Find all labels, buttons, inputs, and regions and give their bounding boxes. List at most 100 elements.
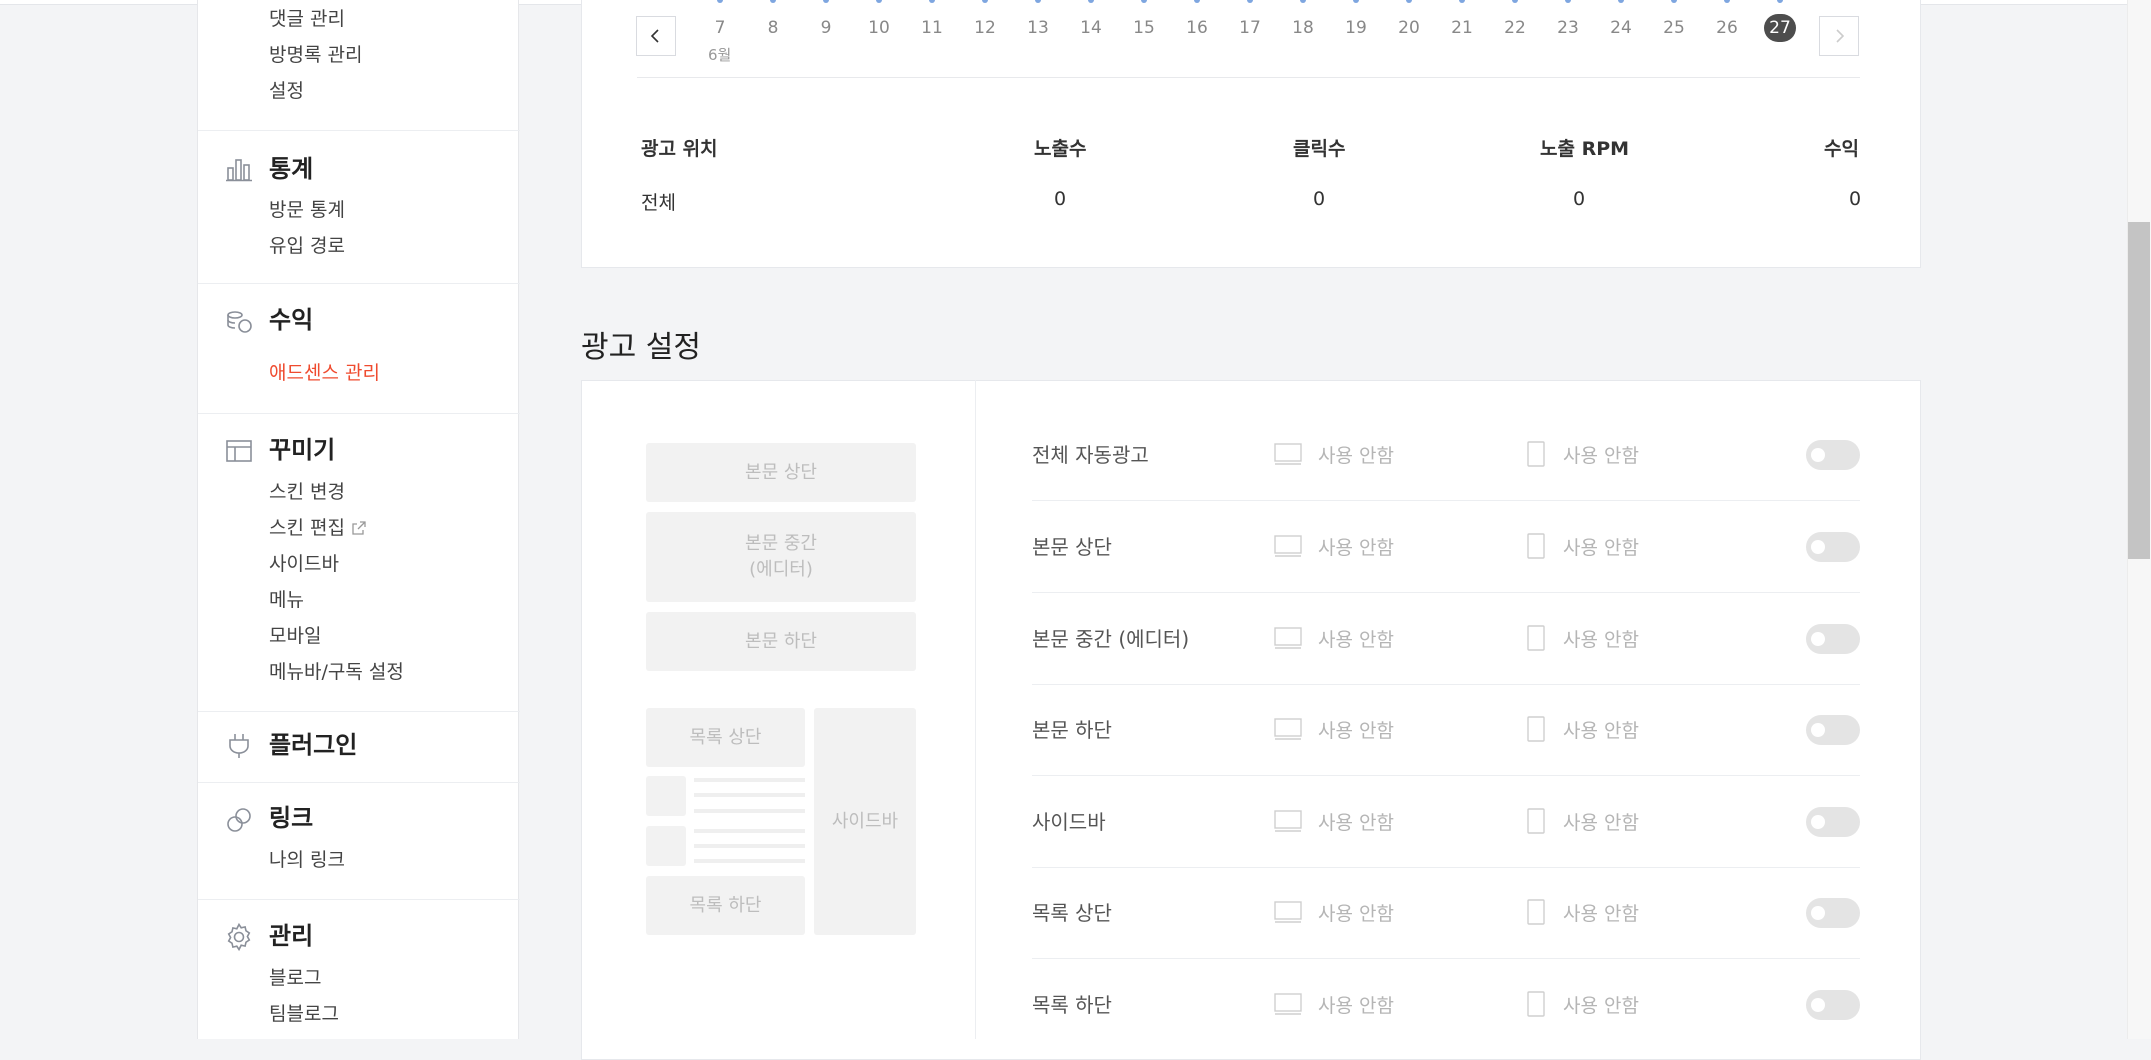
mobile-icon <box>1527 716 1545 746</box>
mobile-status[interactable]: 사용 안함 <box>1563 625 1639 652</box>
sidebar-divider <box>198 413 520 414</box>
row-divider <box>1032 592 1860 593</box>
pc-status[interactable]: 사용 안함 <box>1318 716 1394 743</box>
date-item[interactable]: 23 <box>1548 17 1588 39</box>
row-divider <box>1032 775 1860 776</box>
preview-list-top[interactable]: 목록 상단 <box>646 708 805 767</box>
ad-row-label: 전체 자동광고 <box>1032 443 1149 467</box>
date-item[interactable]: 14 <box>1071 17 1111 39</box>
preview-body-top[interactable]: 본문 상단 <box>646 443 916 502</box>
sidebar-item-visit-stats[interactable]: 방문 통계 <box>269 197 345 223</box>
sidebar-item-referrers[interactable]: 유입 경로 <box>269 233 345 259</box>
preview-sidebar[interactable]: 사이드바 <box>814 708 916 935</box>
prev-date-button[interactable] <box>636 16 676 56</box>
sidebar-item-comments[interactable]: 댓글 관리 <box>269 6 345 32</box>
sidebar-item-mobile[interactable]: 모바일 <box>269 623 321 649</box>
pc-status[interactable]: 사용 안함 <box>1318 991 1394 1018</box>
date-item[interactable]: 20 <box>1389 17 1429 39</box>
link-icon <box>224 805 254 835</box>
ad-toggle[interactable] <box>1806 807 1860 837</box>
mobile-icon <box>1527 625 1545 655</box>
ad-toggle[interactable] <box>1806 532 1860 562</box>
table-divider <box>637 77 1860 78</box>
mobile-status[interactable]: 사용 안함 <box>1563 716 1639 743</box>
col-header-rpm: 노출 RPM <box>1540 138 1630 160</box>
ad-toggle[interactable] <box>1806 715 1860 745</box>
ad-row-label: 본문 하단 <box>1032 718 1112 742</box>
sidebar-item-team-blog[interactable]: 팀블로그 <box>269 1001 339 1027</box>
sidebar-item-menubar[interactable]: 메뉴바/구독 설정 <box>269 659 404 685</box>
sidebar-item-skin-change[interactable]: 스킨 변경 <box>269 479 345 505</box>
date-item[interactable]: 16 <box>1177 17 1217 39</box>
ad-toggle[interactable] <box>1806 440 1860 470</box>
sidebar-item-blog[interactable]: 블로그 <box>269 965 321 991</box>
preview-label: (에디터) <box>749 559 813 580</box>
date-item[interactable]: 9 <box>806 17 846 39</box>
list-line <box>694 859 805 863</box>
date-item[interactable]: 24 <box>1601 17 1641 39</box>
sidebar-heading-decor[interactable]: 꾸미기 <box>269 435 335 465</box>
date-item[interactable]: 11 <box>912 17 952 39</box>
section-title-ad-settings: 광고 설정 <box>581 330 701 365</box>
date-item[interactable]: 13 <box>1018 17 1058 39</box>
preview-body-middle[interactable]: 본문 중간 (에디터) <box>646 512 916 602</box>
chevron-right-icon <box>1836 29 1845 43</box>
sidebar-heading-plugin[interactable]: 플러그인 <box>269 730 357 760</box>
desktop-icon <box>1274 534 1302 562</box>
list-thumbnail <box>646 776 686 816</box>
preview-label: 목록 하단 <box>689 894 762 916</box>
ad-row-label: 목록 하단 <box>1032 993 1112 1017</box>
date-item[interactable]: 15 <box>1124 17 1164 39</box>
preview-list-bottom[interactable]: 목록 하단 <box>646 876 805 935</box>
sidebar-heading-stats[interactable]: 통계 <box>269 154 313 184</box>
date-item[interactable]: 26 <box>1707 17 1747 39</box>
col-header-impressions: 노출수 <box>1034 138 1087 160</box>
desktop-icon <box>1274 809 1302 837</box>
mobile-status[interactable]: 사용 안함 <box>1563 533 1639 560</box>
layout-icon <box>224 436 254 466</box>
pc-status[interactable]: 사용 안함 <box>1318 441 1394 468</box>
sidebar-divider <box>198 711 520 712</box>
sidebar-item-menu[interactable]: 메뉴 <box>269 587 304 613</box>
mobile-status[interactable]: 사용 안함 <box>1563 808 1639 835</box>
sidebar-item-sidebar[interactable]: 사이드바 <box>269 551 339 577</box>
date-item[interactable]: 22 <box>1495 17 1535 39</box>
next-date-button[interactable] <box>1819 16 1859 56</box>
date-item[interactable]: 21 <box>1442 17 1482 39</box>
sidebar-item-my-link[interactable]: 나의 링크 <box>269 847 345 873</box>
pc-status[interactable]: 사용 안함 <box>1318 533 1394 560</box>
mobile-icon <box>1527 899 1545 929</box>
scrollbar-thumb[interactable] <box>2128 222 2150 559</box>
mobile-status[interactable]: 사용 안함 <box>1563 991 1639 1018</box>
date-item[interactable]: 19 <box>1336 17 1376 39</box>
ad-toggle[interactable] <box>1806 990 1860 1020</box>
date-item[interactable]: 8 <box>753 17 793 39</box>
ad-row-label: 본문 상단 <box>1032 535 1112 559</box>
date-item[interactable]: 10 <box>859 17 899 39</box>
sidebar-heading-manage[interactable]: 관리 <box>269 921 313 951</box>
sidebar-heading-revenue[interactable]: 수익 <box>269 305 313 335</box>
sidebar-heading-link[interactable]: 링크 <box>269 803 313 833</box>
date-item[interactable]: 7 <box>700 17 740 39</box>
ad-toggle[interactable] <box>1806 898 1860 928</box>
pc-status[interactable]: 사용 안함 <box>1318 625 1394 652</box>
sidebar-item-label: 스킨 편집 <box>269 517 345 539</box>
date-selected[interactable]: 27 <box>1764 14 1796 42</box>
sidebar-item-settings[interactable]: 설정 <box>269 78 304 104</box>
date-item[interactable]: 17 <box>1230 17 1270 39</box>
date-item[interactable]: 25 <box>1654 17 1694 39</box>
pc-status[interactable]: 사용 안함 <box>1318 899 1394 926</box>
preview-body-bottom[interactable]: 본문 하단 <box>646 612 916 671</box>
mobile-status[interactable]: 사용 안함 <box>1563 441 1639 468</box>
mobile-status[interactable]: 사용 안함 <box>1563 899 1639 926</box>
sidebar-item-adsense[interactable]: 애드센스 관리 <box>269 360 380 386</box>
ad-toggle[interactable] <box>1806 624 1860 654</box>
sidebar-item-guestbook[interactable]: 방명록 관리 <box>269 42 362 68</box>
pc-status[interactable]: 사용 안함 <box>1318 808 1394 835</box>
date-item[interactable]: 18 <box>1283 17 1323 39</box>
sidebar-item-skin-edit[interactable]: 스킨 편집 <box>269 515 367 541</box>
date-item[interactable]: 12 <box>965 17 1005 39</box>
row-divider <box>1032 958 1860 959</box>
row-divider <box>1032 684 1860 685</box>
preview-label: 목록 상단 <box>689 726 762 748</box>
